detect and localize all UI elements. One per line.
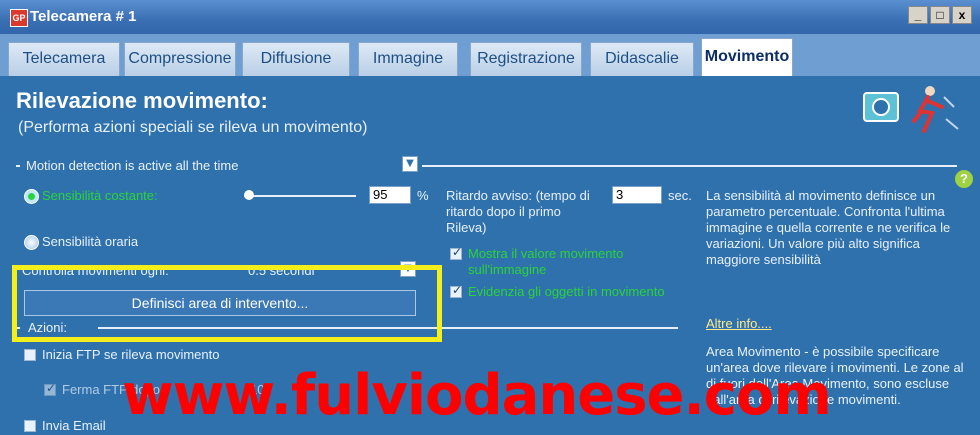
- app-icon: GP: [10, 9, 28, 27]
- help-line: maggiore sensibilità: [706, 252, 821, 267]
- motion-logo-icon: [863, 86, 959, 133]
- separator: [422, 165, 957, 167]
- close-button[interactable]: x: [952, 6, 972, 24]
- show-value-label: Mostra il valore movimento: [468, 246, 624, 261]
- sens-slider-thumb[interactable]: [244, 190, 254, 200]
- tab-diffusione[interactable]: Diffusione: [242, 42, 350, 76]
- window-controls: _ □ x: [908, 6, 972, 24]
- sens-hourly-label: Sensibilità oraria: [42, 234, 139, 249]
- tab-compressione[interactable]: Compressione: [124, 42, 236, 76]
- mode-dropdown[interactable]: ▼: [402, 156, 418, 172]
- delay-unit: sec.: [668, 188, 692, 203]
- delay-label-2: ritardo dopo il primo: [446, 204, 561, 219]
- sens-value-input[interactable]: 95: [369, 186, 411, 204]
- section-title: Rilevazione movimento:: [16, 88, 268, 113]
- sens-hourly-radio[interactable]: [24, 235, 39, 250]
- sens-constant-label: Sensibilità costante:: [42, 188, 158, 203]
- tab-movimento[interactable]: Movimento: [701, 38, 793, 76]
- more-info-link[interactable]: Altre info....: [706, 316, 772, 331]
- help-line: immagine e quella corrente e ne verifica…: [706, 220, 951, 235]
- tab-telecamera[interactable]: Telecamera: [8, 42, 120, 76]
- highlight-objects-label: Evidenzia gli oggetti in movimento: [468, 284, 665, 299]
- email-label: Invia Email: [42, 418, 106, 433]
- delay-input[interactable]: 3: [612, 186, 662, 204]
- tab-strip: Telecamera Compressione Diffusione Immag…: [0, 34, 980, 76]
- ftp-stop-checkbox[interactable]: [44, 381, 56, 396]
- highlight-objects-checkbox[interactable]: [450, 283, 462, 298]
- email-checkbox[interactable]: [24, 420, 36, 432]
- ftp-label: Inizia FTP se rileva movimento: [42, 347, 220, 362]
- tab-registrazione[interactable]: Registrazione: [470, 42, 582, 76]
- help-line: parametro percentuale. Confronta l'ultim…: [706, 204, 945, 219]
- mode-label: Motion detection is active all the time: [26, 158, 239, 173]
- help-line: variazioni. Un valore più alto significa: [706, 236, 920, 251]
- help-icon[interactable]: ?: [955, 170, 973, 188]
- watermark: www.fulviodanese.com: [122, 363, 832, 428]
- help-line: La sensibilità al movimento definisce un: [706, 188, 936, 203]
- minimize-button[interactable]: _: [908, 6, 928, 24]
- show-value-checkbox[interactable]: [450, 245, 462, 260]
- title-bar: GP Telecamera # 1 _ □ x: [0, 0, 980, 34]
- ftp-checkbox[interactable]: [24, 349, 36, 361]
- delay-label-3: Rileva): [446, 220, 487, 235]
- separator: [16, 165, 20, 167]
- maximize-button[interactable]: □: [930, 6, 950, 24]
- highlight-box: [12, 265, 442, 342]
- tab-didascalie[interactable]: Didascalie: [590, 42, 694, 76]
- sens-percent: %: [417, 188, 429, 203]
- sens-slider[interactable]: [244, 195, 356, 197]
- show-value-label-2: sull'immagine: [468, 262, 547, 277]
- section-subtitle: (Performa azioni speciali se rileva un m…: [18, 119, 368, 136]
- delay-label: Ritardo avviso: (tempo di: [446, 188, 590, 203]
- sens-constant-radio[interactable]: [24, 189, 39, 204]
- area-help-line: Area Movimento - è possibile specificare: [706, 344, 940, 359]
- tab-immagine[interactable]: Immagine: [358, 42, 458, 76]
- window-title: Telecamera # 1: [30, 8, 137, 25]
